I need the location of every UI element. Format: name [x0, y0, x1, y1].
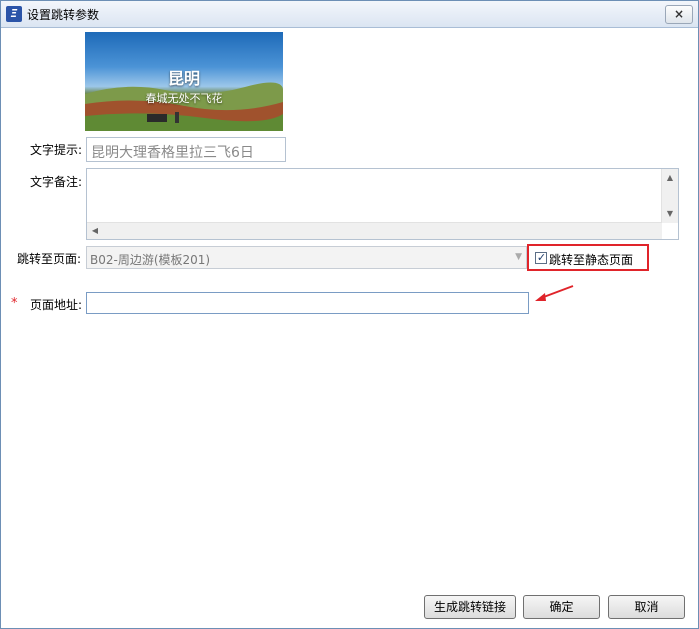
- chevron-down-icon: ▼: [515, 252, 522, 262]
- text-note-label: 文字备注:: [30, 175, 83, 189]
- window-title: 设置跳转参数: [27, 8, 100, 22]
- text-hint-value: 昆明大理香格里拉三飞6日: [91, 145, 254, 161]
- page-url-label: 页面地址:: [30, 298, 83, 312]
- cancel-button[interactable]: 取消: [608, 595, 685, 619]
- banner-title: 昆明: [167, 69, 200, 88]
- banner-image: 昆明 春城无处不飞花: [85, 32, 283, 131]
- scroll-down-icon[interactable]: ▼: [662, 209, 678, 218]
- banner-subtitle: 春城无处不飞花: [145, 92, 223, 105]
- static-page-checkbox[interactable]: ✓: [535, 251, 547, 264]
- required-mark: *: [11, 296, 18, 311]
- close-button[interactable]: ×: [665, 5, 693, 24]
- vertical-scrollbar[interactable]: ▲ ▼: [661, 169, 678, 223]
- text-hint-input[interactable]: 昆明大理香格里拉三飞6日: [86, 137, 286, 162]
- scroll-left-icon[interactable]: ◀: [87, 226, 103, 235]
- static-page-checkbox-label[interactable]: 跳转至静态页面: [549, 251, 633, 268]
- title-bar[interactable]: Ξ 设置跳转参数 ×: [1, 1, 698, 28]
- text-hint-label: 文字提示:: [30, 143, 83, 157]
- annotation-arrow-icon: [535, 285, 574, 301]
- close-icon: ×: [673, 7, 685, 21]
- jump-page-value: B02-周边游(模板201): [90, 253, 211, 267]
- app-logo-icon: Ξ: [6, 6, 22, 22]
- text-note-textarea[interactable]: ▲ ▼ ◀: [86, 168, 679, 240]
- scroll-up-icon[interactable]: ▲: [662, 173, 678, 182]
- page-url-input[interactable]: [86, 292, 529, 314]
- generate-link-button[interactable]: 生成跳转链接: [424, 595, 516, 619]
- ok-button[interactable]: 确定: [523, 595, 600, 619]
- checkmark-icon: ✓: [536, 251, 547, 264]
- jump-page-select[interactable]: B02-周边游(模板201) ▼: [86, 246, 527, 269]
- dialog-window: Ξ 设置跳转参数 × 昆明 春城无处不飞花 文字提示: 昆明大理香格里拉三飞6日…: [0, 0, 699, 629]
- horizontal-scrollbar[interactable]: ◀: [87, 222, 662, 239]
- jump-page-label: 跳转至页面:: [17, 252, 82, 266]
